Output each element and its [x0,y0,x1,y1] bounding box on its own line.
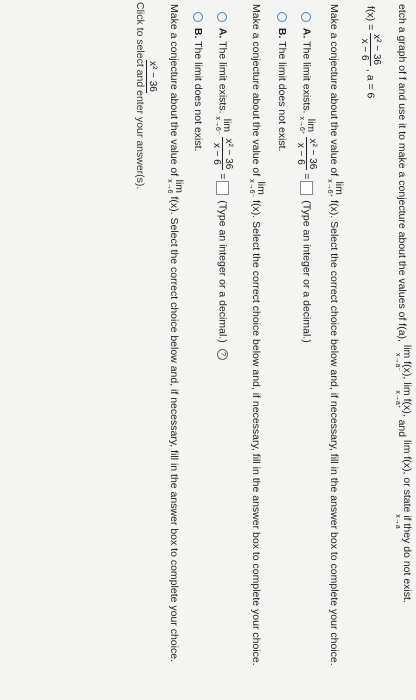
q1-lim: lim x→6⁺ [326,179,345,198]
q1-answer-box[interactable] [300,181,313,196]
q1-prompt: Make a conjecture about the value of lim… [326,4,345,666]
q2-option-b[interactable]: B. The limit does not exist. [192,12,204,151]
q1-option-b[interactable]: B. The limit does not exist. [276,12,288,151]
q2-prompt: Make a conjecture about the value of lim… [248,4,267,666]
q2-option-a[interactable]: A. The limit exists. lim x→6⁻ x² − 36 x −… [211,12,234,360]
intro-text: etch a graph of f and use it to make a c… [396,4,409,342]
q2-option-a-lim: lim x→6⁻ [214,116,234,135]
q3-prompt: Make a conjecture about the value of lim… [166,4,185,662]
help-icon[interactable]: ? [217,348,228,360]
q1-option-a-fraction: x² − 36 x − 6 [295,137,318,171]
q1-option-a[interactable]: A. The limit exists. lim x→6⁺ x² − 36 x −… [295,12,318,343]
q1-option-a-lim: lim x→6⁺ [298,116,318,135]
q1-option-b-radio[interactable] [276,12,287,22]
intro-and: and [396,419,409,438]
q2-option-a-radio[interactable] [217,12,228,22]
intro-lim-2: lim f(x), x→a⁺ [394,382,413,417]
intro-lim-1: lim f(x), x→a⁻ [394,344,413,380]
rotated-page: etch a graph of f and use it to make a c… [0,0,416,700]
q1-option-a-radio[interactable] [301,12,312,22]
function-definition: f(x) = x² − 36 x − 6 , a = 6 [359,6,382,99]
function-fraction: x² − 36 x − 6 [359,33,382,66]
q3-lim: lim x→6 [166,179,185,194]
intro-lim-3: lim f(x), or state if they do not exist.… [394,440,413,603]
question-intro: etch a graph of f and use it to make a c… [392,4,413,603]
q2-option-a-fraction: x² − 36 x − 6 [211,137,234,171]
q2-lim: lim x→6⁻ [248,179,267,198]
footer-instruction: Click to select and enter your answer(s)… [134,2,146,190]
q2-answer-box[interactable] [216,181,229,196]
q2-option-b-radio[interactable] [192,12,203,22]
